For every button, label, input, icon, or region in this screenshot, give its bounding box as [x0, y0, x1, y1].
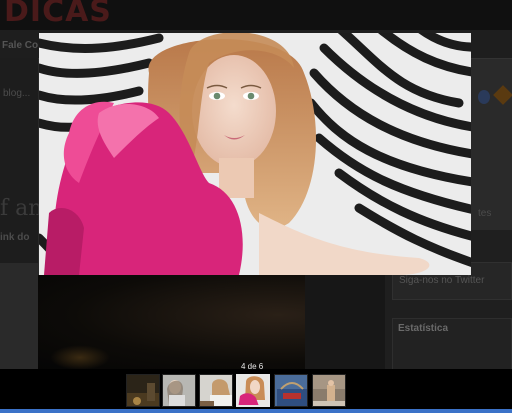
- thumb-girl-light: [200, 375, 232, 406]
- thumbnail-3[interactable]: [199, 374, 233, 407]
- nav-link-contact[interactable]: Fale Co: [2, 40, 38, 51]
- link-fragment[interactable]: ink do: [0, 232, 29, 243]
- taskbar-edge: [0, 409, 512, 413]
- photo-girl-pink-dress-zebra: [39, 33, 471, 275]
- rss-icon[interactable]: [493, 85, 512, 105]
- social-icon[interactable]: [478, 90, 490, 104]
- blog-text: blog...: [3, 88, 31, 99]
- twitter-link[interactable]: Siga-nos no Twitter: [399, 275, 484, 286]
- background-column: [305, 275, 385, 370]
- thumbnail-5[interactable]: [274, 374, 308, 407]
- site-banner: DICAS: [0, 0, 512, 30]
- thumb-standing-woman: [313, 375, 345, 406]
- thumb-pale-girl: [163, 375, 195, 406]
- stats-title: Estatística: [398, 323, 449, 334]
- thumbnail-4-active[interactable]: [236, 374, 270, 407]
- thumbnail-6[interactable]: [312, 374, 346, 407]
- thumb-dim-room: [127, 375, 159, 406]
- site-logo: DICAS: [4, 0, 112, 29]
- thumbnail-2[interactable]: [162, 374, 196, 407]
- background-photo-light: [50, 345, 110, 370]
- lightbox-main-image[interactable]: [39, 33, 471, 275]
- thumbnail-1[interactable]: [126, 374, 160, 407]
- thumb-blue-bag: [275, 375, 307, 406]
- sidebar-fragment: tes: [478, 208, 492, 219]
- thumb-girl-pink: [238, 376, 268, 405]
